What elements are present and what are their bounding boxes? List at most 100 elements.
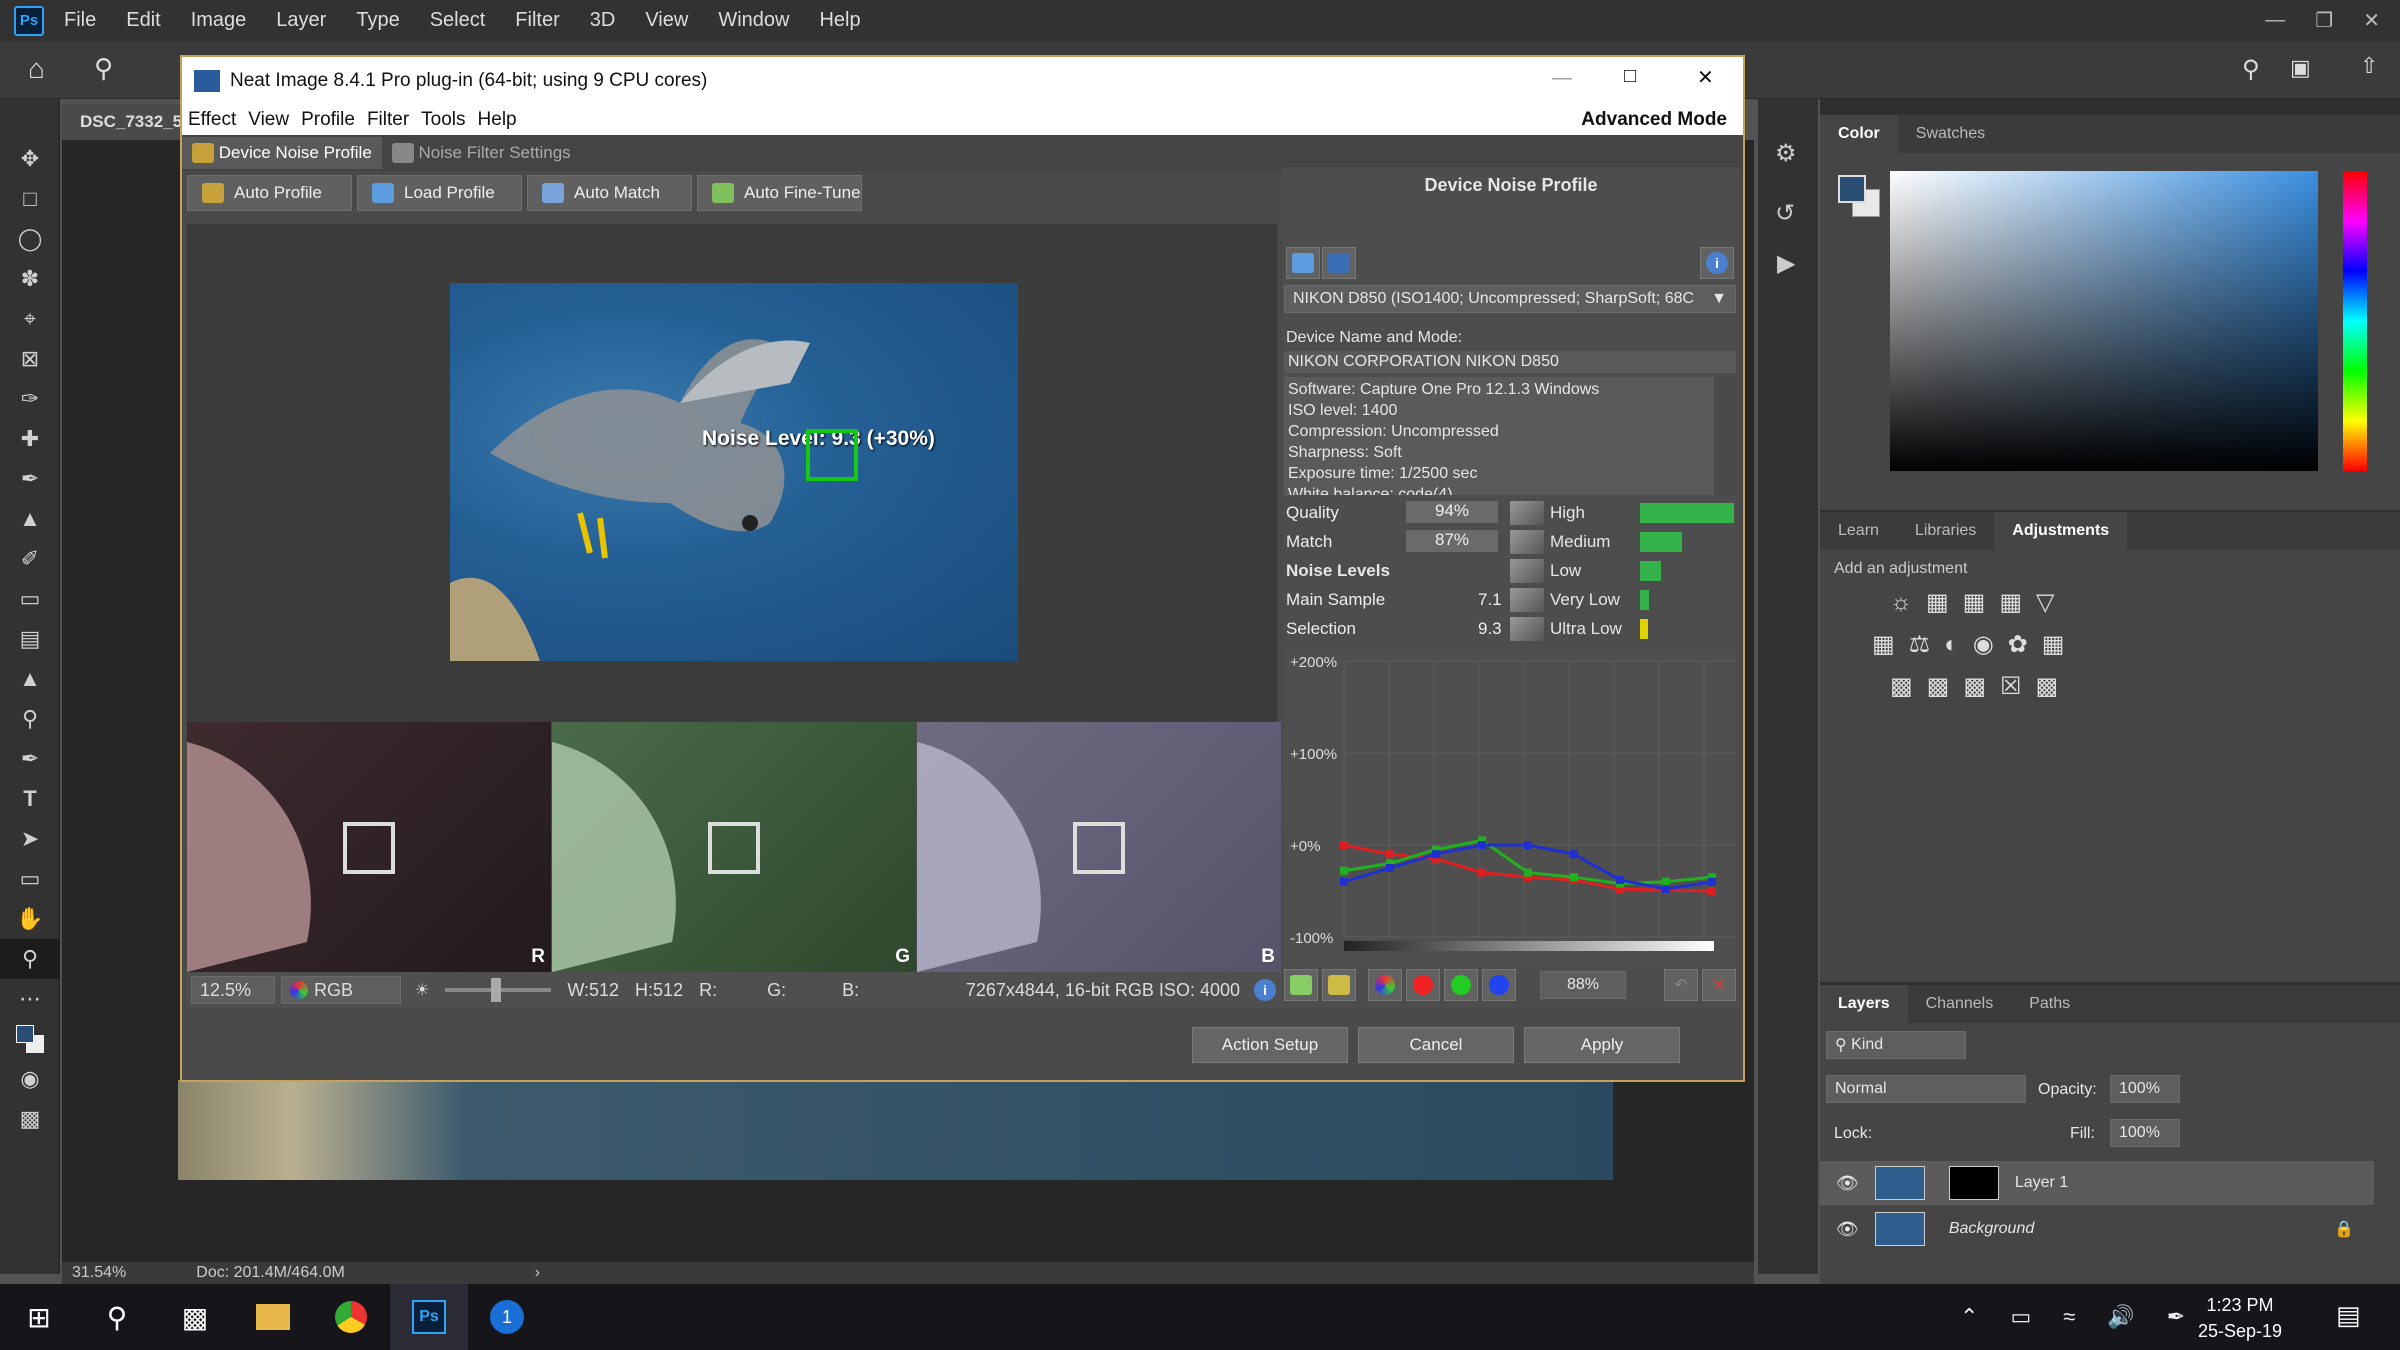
graph-zoom-field[interactable]: 88% bbox=[1540, 971, 1626, 999]
screen-mode-icon[interactable]: ▩ bbox=[0, 1099, 60, 1139]
menu-window[interactable]: Window bbox=[718, 9, 789, 32]
brush-tool-icon[interactable]: ✒ bbox=[0, 459, 60, 499]
auto-profile-button[interactable]: Auto Profile bbox=[187, 175, 352, 211]
eye-icon[interactable]: 👁 bbox=[1836, 1173, 1859, 1194]
profile-info-button[interactable]: i bbox=[1700, 247, 1734, 279]
stamp-tool-icon[interactable]: ▲ bbox=[0, 499, 60, 539]
status-arrow[interactable]: › bbox=[535, 1264, 540, 1282]
layer-name[interactable]: Background bbox=[1949, 1220, 2034, 1238]
more-tools-icon[interactable]: ⋯ bbox=[0, 979, 60, 1019]
share-icon[interactable]: ⇧ bbox=[2360, 53, 2378, 79]
shape-tool-icon[interactable]: ▭ bbox=[0, 859, 60, 899]
colorspace-select[interactable]: RGB bbox=[281, 976, 401, 1004]
tab-noise-filter-settings[interactable]: Noise Filter Settings bbox=[382, 137, 581, 169]
menu-select[interactable]: Select bbox=[430, 9, 486, 32]
adjustment-icons-row2[interactable]: ▦⚖◐◉✿▦ bbox=[1872, 630, 2078, 659]
auto-match-button[interactable]: Auto Match bbox=[527, 175, 692, 211]
menu-type[interactable]: Type bbox=[356, 9, 399, 32]
tab-device-noise-profile[interactable]: Device Noise Profile bbox=[182, 137, 382, 169]
crop-tool-icon[interactable]: ⌖ bbox=[0, 299, 60, 339]
menu-profile[interactable]: Profile bbox=[301, 109, 355, 131]
preview-image[interactable]: Noise Level: 9.3 (+30%) bbox=[450, 283, 1018, 661]
curve-point[interactable] bbox=[1340, 866, 1348, 875]
blur-tool-icon[interactable]: ▲ bbox=[0, 659, 60, 699]
load-profile-button[interactable]: Load Profile bbox=[357, 175, 522, 211]
blue-channel-button[interactable] bbox=[1482, 969, 1516, 1001]
document-tab[interactable]: DSC_7332_5 bbox=[62, 104, 182, 140]
home-icon[interactable]: ⌂ bbox=[28, 53, 45, 85]
layer-row[interactable]: 👁 Background 🔒 bbox=[1820, 1207, 2374, 1251]
brightness-icon[interactable]: ☀ bbox=[415, 980, 429, 1000]
frame-tool-icon[interactable]: ⊠ bbox=[0, 339, 60, 379]
curve-point[interactable] bbox=[1432, 850, 1440, 859]
red-channel-button[interactable] bbox=[1406, 969, 1440, 1001]
battery-icon[interactable]: ▭ bbox=[2010, 1304, 2031, 1330]
auto-fine-tune-button[interactable]: Auto Fine-Tune bbox=[697, 175, 862, 211]
windows-start-icon[interactable]: ⊞ bbox=[0, 1284, 78, 1350]
task-view-icon[interactable]: ▩ bbox=[156, 1284, 234, 1350]
tab-learn[interactable]: Learn bbox=[1820, 512, 1897, 550]
tab-swatches[interactable]: Swatches bbox=[1898, 115, 2003, 153]
brightness-slider[interactable] bbox=[445, 978, 552, 1002]
color-swatches-icon[interactable] bbox=[0, 1019, 60, 1059]
hue-slider[interactable] bbox=[2343, 171, 2367, 471]
open-profile-button[interactable] bbox=[1286, 247, 1320, 279]
color-field[interactable] bbox=[1890, 171, 2318, 471]
minimize-icon[interactable]: — bbox=[2265, 9, 2285, 32]
history-icon[interactable]: ↺ bbox=[1775, 199, 1795, 228]
curve-point[interactable] bbox=[1662, 885, 1670, 894]
noise-graph[interactable]: +200% +100% +0% -100% bbox=[1284, 651, 1736, 963]
opacity-field[interactable]: 100% bbox=[2110, 1075, 2180, 1103]
tab-libraries[interactable]: Libraries bbox=[1897, 512, 1994, 550]
tab-color[interactable]: Color bbox=[1820, 115, 1898, 153]
notifications-icon[interactable]: ▤ bbox=[2336, 1300, 2361, 1331]
zoom-select[interactable]: 12.5% bbox=[191, 976, 275, 1004]
menu-help[interactable]: Help bbox=[478, 109, 517, 131]
action-setup-button[interactable]: Action Setup bbox=[1192, 1027, 1348, 1063]
onepassword-icon[interactable]: 1 bbox=[468, 1284, 546, 1350]
menu-file[interactable]: File bbox=[64, 9, 96, 32]
search-icon[interactable]: ⚲ bbox=[78, 1284, 156, 1350]
eye-icon[interactable]: 👁 bbox=[1836, 1219, 1859, 1240]
curve-point[interactable] bbox=[1340, 877, 1348, 886]
zoom-level[interactable]: 31.54% bbox=[72, 1264, 126, 1282]
wifi-icon[interactable]: ≈ bbox=[2063, 1304, 2075, 1330]
menu-help[interactable]: Help bbox=[819, 9, 860, 32]
menu-filter[interactable]: Filter bbox=[515, 9, 559, 32]
curve-point[interactable] bbox=[1524, 868, 1532, 877]
rgb-channel-button[interactable] bbox=[1368, 969, 1402, 1001]
marquee-tool-icon[interactable]: □ bbox=[0, 179, 60, 219]
restore-icon[interactable]: ❐ bbox=[2315, 8, 2333, 33]
tab-channels[interactable]: Channels bbox=[1908, 985, 2012, 1023]
close-icon[interactable]: ✕ bbox=[2363, 8, 2380, 33]
properties-icon[interactable]: ⚙ bbox=[1775, 139, 1797, 168]
zoom-tool-panel-icon[interactable]: ⚲ bbox=[0, 939, 60, 979]
layer-name[interactable]: Layer 1 bbox=[2015, 1174, 2068, 1192]
menu-tools[interactable]: Tools bbox=[421, 109, 465, 131]
menu-image[interactable]: Image bbox=[191, 9, 247, 32]
hand-tool-icon[interactable]: ✋ bbox=[0, 899, 60, 939]
menu-view[interactable]: View bbox=[248, 109, 289, 131]
menu-filter[interactable]: Filter bbox=[367, 109, 409, 131]
file-explorer-icon[interactable] bbox=[234, 1284, 312, 1350]
tab-layers[interactable]: Layers bbox=[1820, 985, 1908, 1023]
green-channel-button[interactable] bbox=[1444, 969, 1478, 1001]
pen-tool-icon[interactable]: ✒ bbox=[0, 739, 60, 779]
fill-field[interactable]: 100% bbox=[2110, 1119, 2180, 1147]
curve-point[interactable] bbox=[1570, 850, 1578, 859]
zoom-tool-icon[interactable]: ⚲ bbox=[94, 53, 113, 84]
volume-icon[interactable]: 🔊 bbox=[2107, 1304, 2134, 1330]
move-tool-icon[interactable]: ✥ bbox=[0, 139, 60, 179]
curve-point[interactable] bbox=[1616, 875, 1624, 884]
dodge-tool-icon[interactable]: ⚲ bbox=[0, 699, 60, 739]
play-icon[interactable]: ▶ bbox=[1777, 249, 1795, 278]
history-brush-icon[interactable]: ✐ bbox=[0, 539, 60, 579]
graph-tool-button[interactable] bbox=[1322, 969, 1356, 1001]
menu-view[interactable]: View bbox=[645, 9, 688, 32]
maximize-icon[interactable]: □ bbox=[1624, 65, 1636, 88]
cancel-button[interactable]: Cancel bbox=[1358, 1027, 1514, 1063]
adjustment-icons-row3[interactable]: ▩▩▩☒▩ bbox=[1890, 672, 2072, 701]
mode-label[interactable]: Advanced Mode bbox=[1581, 109, 1727, 131]
menu-edit[interactable]: Edit bbox=[126, 9, 160, 32]
blend-mode-select[interactable]: Normal bbox=[1826, 1075, 2026, 1103]
